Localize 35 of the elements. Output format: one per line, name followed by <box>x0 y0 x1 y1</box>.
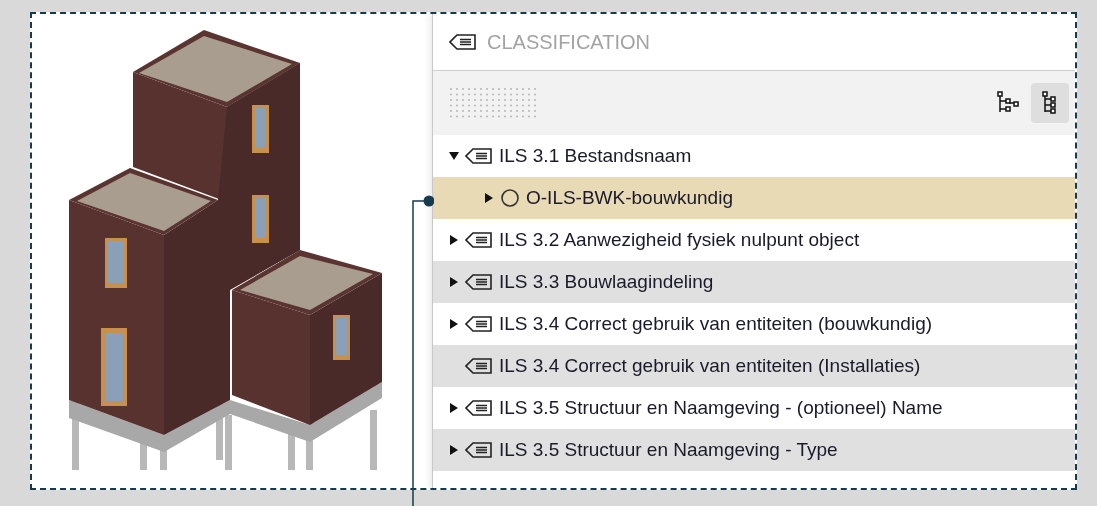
expand-arrow-icon[interactable] <box>449 403 459 413</box>
tree-row[interactable]: ILS 3.5 Structuur en Naamgeving - (optioneel) Name <box>433 387 1075 429</box>
tag-icon <box>465 400 493 416</box>
tree-row[interactable]: ILS 3.3 Bouwlaagindeling <box>433 261 1075 303</box>
tree-label: ILS 3.3 Bouwlaagindeling <box>499 271 714 293</box>
tag-icon <box>465 442 493 458</box>
tag-icon <box>465 274 493 290</box>
collapse-arrow-icon[interactable] <box>449 151 459 161</box>
tree-label: ILS 3.1 Bestandsnaam <box>499 145 692 167</box>
tree-row[interactable]: ILS 3.2 Aanwezigheid fysiek nulpunt object <box>433 219 1075 261</box>
expand-arrow-icon[interactable] <box>449 277 459 287</box>
tag-icon <box>465 358 493 374</box>
tree-row[interactable]: ILS 3.4 Correct gebruik van entiteiten (Installaties) <box>433 345 1075 387</box>
tag-icon <box>465 148 493 164</box>
tree-row[interactable]: ILS 3.1 Bestandsnaam <box>433 135 1075 177</box>
tree-row[interactable]: ILS 3.4 Correct gebruik van entiteiten (bouwkundig) <box>433 303 1075 345</box>
expand-arrow-icon[interactable] <box>484 193 494 203</box>
grip-handle[interactable] <box>449 87 539 119</box>
circle-icon <box>500 188 520 208</box>
tree-row[interactable]: O-ILS-BWK-bouwkundig <box>433 177 1075 219</box>
tag-icon <box>465 232 493 248</box>
tag-icon <box>449 34 477 50</box>
tree-label: ILS 3.5 Structuur en Naamgeving - (optioneel) Name <box>499 397 943 419</box>
tag-icon <box>465 316 493 332</box>
tree-row[interactable]: ILS 3.5 Structuur en Naamgeving - Type <box>433 429 1075 471</box>
panel-title: CLASSIFICATION <box>487 30 650 54</box>
expand-arrow-icon[interactable] <box>449 319 459 329</box>
tree-label: ILS 3.5 Structuur en Naamgeving - Type <box>499 439 838 461</box>
tree-view-button[interactable] <box>1031 83 1069 123</box>
tree-label: ILS 3.4 Correct gebruik van entiteiten (bouwkundig) <box>499 313 933 335</box>
expand-arrow-icon[interactable] <box>449 445 459 455</box>
tree-label: ILS 3.4 Correct gebruik van entiteiten (Installaties) <box>499 355 921 377</box>
expand-arrow-icon[interactable] <box>449 235 459 245</box>
tree-label: ILS 3.2 Aanwezigheid fysiek nulpunt object <box>499 229 860 251</box>
tree-label: O-ILS-BWK-bouwkundig <box>526 187 733 209</box>
